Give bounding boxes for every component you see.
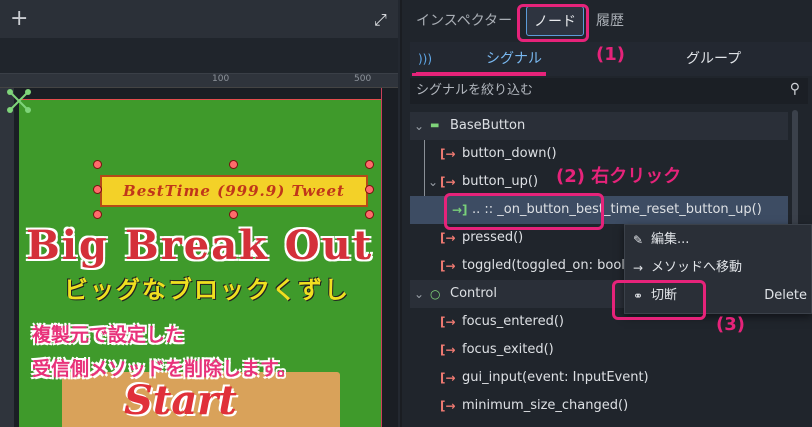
signal-emit-icon: [→ bbox=[440, 371, 456, 385]
tree-category-basebutton[interactable]: ⌄ ▬ BaseButton bbox=[410, 112, 788, 140]
highlight-connection bbox=[444, 193, 604, 230]
category-label: Control bbox=[450, 286, 497, 301]
annotation-line-1: 複製元で設定した bbox=[32, 324, 185, 346]
tab-inspector[interactable]: インスペクター bbox=[416, 6, 512, 36]
chevron-down-icon[interactable]: ⌄ bbox=[428, 168, 438, 196]
viewport-toolbar bbox=[0, 38, 398, 74]
menu-item-shortcut: Delete bbox=[764, 288, 807, 303]
fullscreen-icon[interactable]: ⤢ bbox=[374, 10, 387, 30]
pivot-icon[interactable] bbox=[6, 88, 32, 114]
callout-step-2: (2) 右クリック bbox=[556, 166, 682, 187]
pencil-icon: ✎ bbox=[633, 233, 644, 247]
signal-label: button_down() bbox=[462, 146, 557, 161]
signal-label: gui_input(event: InputEvent) bbox=[462, 370, 649, 385]
menu-item-edit[interactable]: ✎ 編集... bbox=[625, 226, 812, 254]
signal-filter[interactable]: シグナルを絞り込む ⚲ bbox=[410, 78, 808, 104]
menu-item-goto-method[interactable]: → メソッドへ移動 bbox=[625, 254, 812, 282]
selection-handle[interactable] bbox=[93, 185, 102, 194]
viewport-topbar: + ⤢ bbox=[0, 0, 398, 38]
chevron-down-icon[interactable]: ⌄ bbox=[414, 112, 424, 140]
annotation-line-2: 受信側メソッドを削除します。 bbox=[32, 358, 297, 380]
start-label: Start bbox=[124, 377, 237, 424]
signal-emit-icon: [→ bbox=[440, 259, 456, 273]
highlight-node-tab bbox=[517, 4, 589, 42]
arrow-right-icon: → bbox=[633, 261, 644, 275]
signal-gui-input[interactable]: [→ gui_input(event: InputEvent) bbox=[410, 364, 788, 392]
callout-step-1: (1) bbox=[596, 44, 625, 65]
game-title: Big Break Out bbox=[26, 222, 374, 269]
selection-handle[interactable] bbox=[229, 160, 238, 169]
signal-emit-icon: [→ bbox=[440, 343, 456, 357]
tweet-button[interactable]: BestTime (999.9) Tweet bbox=[100, 175, 368, 207]
signal-emit-icon: [→ bbox=[440, 315, 456, 329]
tab-groups[interactable]: グループ bbox=[686, 42, 741, 76]
viewport-guide bbox=[381, 88, 382, 427]
signal-emit-icon: [→ bbox=[440, 399, 456, 413]
game-subtitle: ビッグなブロックくずし bbox=[64, 276, 350, 304]
selection-handle[interactable] bbox=[365, 160, 374, 169]
menu-item-label: メソッドへ移動 bbox=[651, 260, 743, 275]
signal-label: focus_entered() bbox=[462, 314, 564, 329]
tab-history[interactable]: 履歴 bbox=[596, 6, 624, 36]
add-tab-icon[interactable]: + bbox=[10, 8, 28, 30]
basebutton-icon: ▬ bbox=[430, 120, 440, 131]
menu-item-label: 編集... bbox=[651, 232, 690, 247]
godot-editor: + ⤢ 100 500 BestTime (999.9) Tweet Big B… bbox=[0, 0, 812, 427]
selection-handle[interactable] bbox=[365, 185, 374, 194]
horizontal-ruler: 100 500 bbox=[0, 74, 398, 88]
ruler-mark: 100 bbox=[212, 74, 230, 84]
highlight-signals-tab bbox=[412, 44, 546, 76]
dock-tabbar: インスペクター ノード 履歴 bbox=[402, 6, 812, 36]
signal-focus-exited[interactable]: [→ focus_exited() bbox=[410, 336, 788, 364]
signal-label: focus_exited() bbox=[462, 342, 554, 357]
signal-filter-input[interactable]: シグナルを絞り込む bbox=[416, 78, 533, 104]
selection-handle[interactable] bbox=[93, 160, 102, 169]
selection-handle[interactable] bbox=[229, 210, 238, 219]
selection-handle[interactable] bbox=[365, 210, 374, 219]
search-icon: ⚲ bbox=[789, 81, 800, 97]
viewport-panel: + ⤢ 100 500 BestTime (999.9) Tweet Big B… bbox=[0, 0, 398, 427]
signal-label: toggled(toggled_on: bool) bbox=[462, 258, 630, 273]
signal-emit-icon: [→ bbox=[440, 147, 456, 161]
signal-minimum-size-changed[interactable]: [→ minimum_size_changed() bbox=[410, 392, 788, 420]
ruler-mark: 500 bbox=[354, 74, 372, 84]
category-label: BaseButton bbox=[450, 118, 526, 133]
signal-label: button_up() bbox=[462, 174, 539, 189]
chevron-down-icon[interactable]: ⌄ bbox=[414, 280, 424, 308]
selection-handle[interactable] bbox=[93, 210, 102, 219]
signal-emit-icon: [→ bbox=[440, 175, 456, 189]
highlight-disconnect bbox=[612, 280, 706, 320]
callout-step-3: (3) bbox=[716, 314, 745, 335]
tweet-button-label: BestTime (999.9) Tweet bbox=[123, 182, 345, 200]
control-icon: ○ bbox=[430, 287, 441, 301]
signal-label: minimum_size_changed() bbox=[462, 398, 629, 413]
vertical-ruler bbox=[0, 88, 14, 427]
